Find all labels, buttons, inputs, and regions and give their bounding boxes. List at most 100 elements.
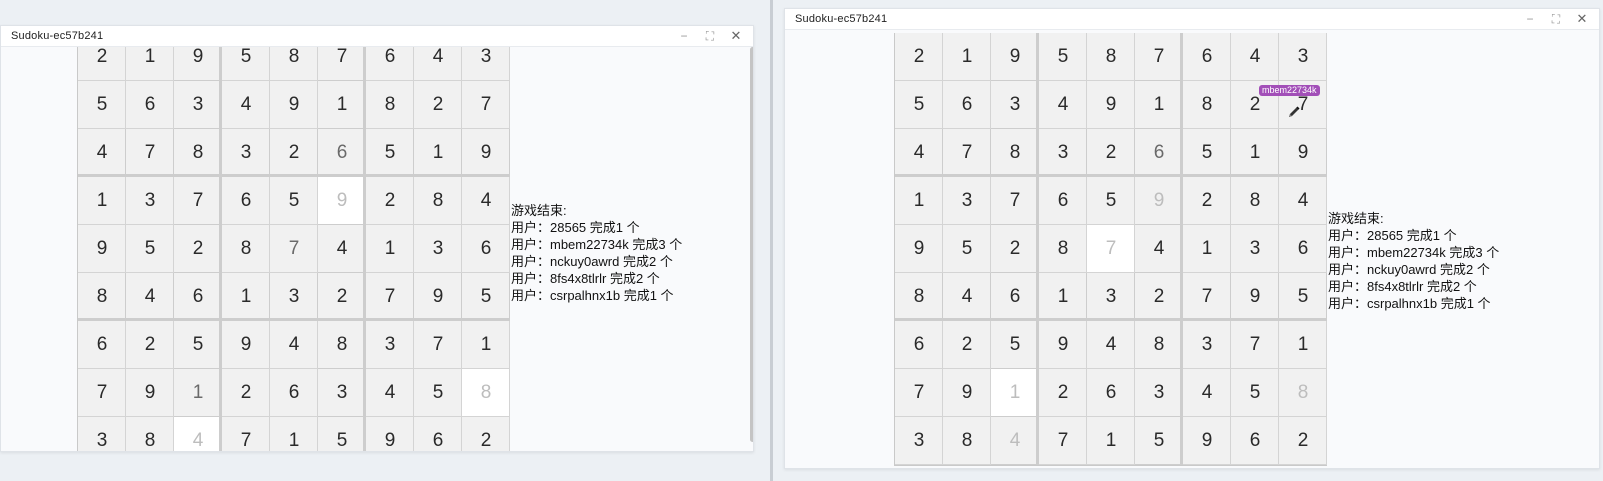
sudoku-cell[interactable]: 5: [1039, 33, 1087, 81]
sudoku-cell[interactable]: 4: [1087, 321, 1135, 369]
sudoku-cell[interactable]: 7: [78, 369, 126, 417]
sudoku-cell[interactable]: 1: [318, 81, 366, 129]
sudoku-cell[interactable]: 7: [1231, 321, 1279, 369]
sudoku-cell[interactable]: 4: [318, 225, 366, 273]
sudoku-cell[interactable]: 7: [318, 47, 366, 81]
sudoku-cell[interactable]: 3: [174, 81, 222, 129]
sudoku-cell[interactable]: 6: [414, 417, 462, 451]
sudoku-cell[interactable]: 1: [78, 177, 126, 225]
sudoku-cell[interactable]: 4: [1279, 177, 1327, 225]
sudoku-cell[interactable]: 2: [895, 33, 943, 81]
sudoku-cell[interactable]: 3: [414, 225, 462, 273]
sudoku-cell[interactable]: 1: [366, 225, 414, 273]
sudoku-cell[interactable]: 3: [366, 321, 414, 369]
sudoku-cell[interactable]: 8: [414, 177, 462, 225]
sudoku-cell[interactable]: 9: [1135, 177, 1183, 225]
sudoku-cell[interactable]: 7: [270, 225, 318, 273]
sudoku-cell[interactable]: 5: [462, 273, 510, 321]
sudoku-cell[interactable]: 6: [1183, 33, 1231, 81]
sudoku-cell[interactable]: 4: [414, 47, 462, 81]
sudoku-cell[interactable]: 9: [1279, 129, 1327, 177]
sudoku-cell[interactable]: 1: [1087, 417, 1135, 465]
sudoku-cell[interactable]: 4: [222, 81, 270, 129]
sudoku-cell[interactable]: 3: [462, 47, 510, 81]
sudoku-cell[interactable]: 3: [943, 177, 991, 225]
sudoku-cell[interactable]: 1: [1135, 81, 1183, 129]
sudoku-cell[interactable]: 8: [126, 417, 174, 451]
sudoku-cell[interactable]: 7: [222, 417, 270, 451]
close-icon[interactable]: ✕: [1575, 11, 1589, 27]
sudoku-cell[interactable]: 8: [1087, 33, 1135, 81]
sudoku-cell[interactable]: 8: [1279, 369, 1327, 417]
sudoku-cell[interactable]: 5: [222, 47, 270, 81]
sudoku-cell[interactable]: 9: [414, 273, 462, 321]
sudoku-cell[interactable]: 4: [174, 417, 222, 451]
sudoku-cell[interactable]: 9: [895, 225, 943, 273]
sudoku-cell[interactable]: 6: [991, 273, 1039, 321]
minimize-icon[interactable]: −: [1523, 11, 1537, 27]
sudoku-cell[interactable]: 8: [1039, 225, 1087, 273]
sudoku-cell[interactable]: 8: [1183, 81, 1231, 129]
sudoku-cell[interactable]: 9: [1039, 321, 1087, 369]
sudoku-cell[interactable]: 3: [1087, 273, 1135, 321]
sudoku-cell[interactable]: 8: [366, 81, 414, 129]
sudoku-cell[interactable]: 6: [1087, 369, 1135, 417]
sudoku-cell[interactable]: 1: [1231, 129, 1279, 177]
sudoku-cell[interactable]: 5: [318, 417, 366, 451]
sudoku-cell[interactable]: 9: [462, 129, 510, 177]
sudoku-cell[interactable]: 7: [1087, 225, 1135, 273]
sudoku-cell[interactable]: 3: [270, 273, 318, 321]
sudoku-cell[interactable]: 2: [318, 273, 366, 321]
sudoku-cell[interactable]: 4: [991, 417, 1039, 465]
sudoku-cell[interactable]: 4: [1135, 225, 1183, 273]
sudoku-cell[interactable]: 1: [943, 33, 991, 81]
sudoku-cell[interactable]: 5: [366, 129, 414, 177]
sudoku-cell[interactable]: 5: [1279, 273, 1327, 321]
sudoku-cell[interactable]: 9: [1087, 81, 1135, 129]
sudoku-cell[interactable]: 2: [1039, 369, 1087, 417]
sudoku-cell[interactable]: 4: [366, 369, 414, 417]
sudoku-cell[interactable]: 5: [1087, 177, 1135, 225]
sudoku-cell[interactable]: 6: [126, 81, 174, 129]
sudoku-cell[interactable]: 1: [1183, 225, 1231, 273]
sudoku-cell[interactable]: 7: [1039, 417, 1087, 465]
sudoku-cell[interactable]: 2: [943, 321, 991, 369]
sudoku-cell[interactable]: 6: [1279, 225, 1327, 273]
sudoku-cell[interactable]: 4: [462, 177, 510, 225]
sudoku-cell[interactable]: 6: [462, 225, 510, 273]
sudoku-cell[interactable]: 4: [1039, 81, 1087, 129]
sudoku-cell[interactable]: 3: [126, 177, 174, 225]
sudoku-cell[interactable]: 3: [1135, 369, 1183, 417]
sudoku-cell[interactable]: 6: [222, 177, 270, 225]
sudoku-cell[interactable]: 3: [1183, 321, 1231, 369]
sudoku-cell[interactable]: 2: [270, 129, 318, 177]
sudoku-cell[interactable]: 7: [943, 129, 991, 177]
sudoku-cell[interactable]: 1: [991, 369, 1039, 417]
sudoku-cell[interactable]: 7: [991, 177, 1039, 225]
sudoku-cell[interactable]: 9: [318, 177, 366, 225]
sudoku-cell[interactable]: 1: [1039, 273, 1087, 321]
close-icon[interactable]: ✕: [729, 28, 743, 44]
sudoku-cell[interactable]: 8: [270, 47, 318, 81]
sudoku-cell[interactable]: 2: [174, 225, 222, 273]
sudoku-cell[interactable]: 9: [222, 321, 270, 369]
sudoku-cell[interactable]: 2: [1183, 177, 1231, 225]
sudoku-cell[interactable]: 8: [78, 273, 126, 321]
sudoku-cell[interactable]: 3: [895, 417, 943, 465]
sudoku-cell[interactable]: 5: [126, 225, 174, 273]
sudoku-cell[interactable]: 1: [414, 129, 462, 177]
sudoku-cell[interactable]: 9: [943, 369, 991, 417]
sudoku-cell[interactable]: 4: [1183, 369, 1231, 417]
sudoku-cell[interactable]: 8: [1135, 321, 1183, 369]
sudoku-cell[interactable]: 3: [1039, 129, 1087, 177]
sudoku-cell[interactable]: 8: [1231, 177, 1279, 225]
sudoku-cell[interactable]: 4: [270, 321, 318, 369]
sudoku-cell[interactable]: 5: [1183, 129, 1231, 177]
sudoku-cell[interactable]: 5: [1231, 369, 1279, 417]
sudoku-cell[interactable]: 3: [1231, 225, 1279, 273]
sudoku-cell[interactable]: 7: [462, 81, 510, 129]
sudoku-cell[interactable]: 8: [462, 369, 510, 417]
sudoku-cell[interactable]: 9: [174, 47, 222, 81]
sudoku-cell[interactable]: 5: [943, 225, 991, 273]
sudoku-cell[interactable]: 7: [174, 177, 222, 225]
